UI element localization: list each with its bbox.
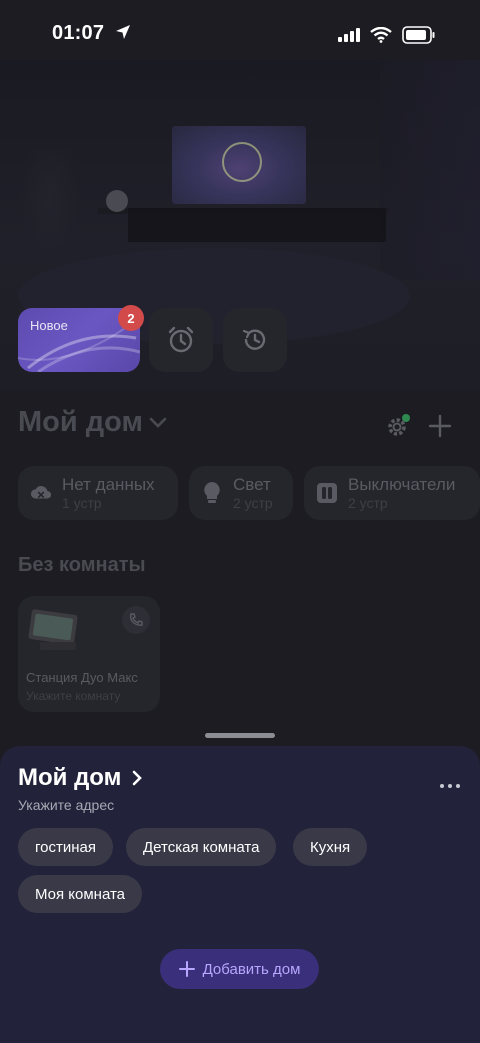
device-image xyxy=(28,609,78,650)
location-arrow-icon xyxy=(115,25,130,39)
chip-count: 2 устр xyxy=(348,494,388,511)
add-button[interactable] xyxy=(428,414,452,443)
device-room: Укажите комнату xyxy=(26,689,121,703)
section-title: Без комнаты xyxy=(18,554,146,576)
device-name: Станция Дуо Макс xyxy=(26,670,138,685)
plus-icon xyxy=(178,961,195,977)
gear-icon xyxy=(388,414,410,436)
chip-switches[interactable]: Выключатели 2 устр xyxy=(304,466,480,520)
history-tile[interactable] xyxy=(223,308,287,372)
sheet-handle[interactable] xyxy=(205,733,275,738)
chip-label: Нет данных xyxy=(62,474,155,494)
switch-icon xyxy=(316,482,338,504)
chip-label: Свет xyxy=(233,474,271,494)
room-chip[interactable]: Кухня xyxy=(293,828,368,866)
home-title[interactable]: Мой дом xyxy=(18,406,167,439)
chevron-down-icon xyxy=(149,417,167,428)
settings-button[interactable] xyxy=(384,412,412,445)
history-icon xyxy=(242,329,266,350)
address-hint[interactable]: Укажите адрес xyxy=(18,797,114,813)
chip-no-data[interactable]: Нет данных 1 устр xyxy=(18,466,178,520)
room-chip[interactable]: Детская комната xyxy=(126,828,277,866)
alarm-clock-icon xyxy=(168,326,194,353)
cloud-off-icon xyxy=(30,482,52,504)
room-chip[interactable]: Моя комната xyxy=(18,875,143,913)
cellular-signal-icon xyxy=(338,28,360,42)
chip-count: 2 устр xyxy=(233,494,273,511)
chevron-right-icon xyxy=(133,770,143,786)
device-call-button[interactable] xyxy=(122,606,150,634)
status-indicators xyxy=(338,26,436,44)
lightbulb-icon xyxy=(201,482,223,504)
sheet-home-title[interactable]: Мой дом xyxy=(18,764,143,792)
chip-count: 1 устр xyxy=(62,494,102,511)
device-card[interactable]: Станция Дуо Макс Укажите комнату xyxy=(18,596,160,712)
more-options-icon[interactable] xyxy=(440,784,460,788)
alarm-tile[interactable] xyxy=(149,308,213,372)
add-home-label: Добавить дом xyxy=(202,960,301,978)
status-time: 01:07 xyxy=(52,22,132,45)
home-title-text: Мой дом xyxy=(18,406,143,438)
room-chip[interactable]: гостиная xyxy=(18,828,113,866)
sheet-title-text: Мой дом xyxy=(18,764,122,791)
battery-icon xyxy=(402,26,435,44)
story-badge: 2 xyxy=(118,305,144,331)
chip-label: Выключатели xyxy=(348,474,456,494)
plus-icon xyxy=(428,414,452,438)
phone-icon xyxy=(129,613,143,626)
add-home-button[interactable]: Добавить дом xyxy=(160,949,319,989)
wifi-icon xyxy=(370,27,392,43)
chip-light[interactable]: Свет 2 устр xyxy=(189,466,293,520)
